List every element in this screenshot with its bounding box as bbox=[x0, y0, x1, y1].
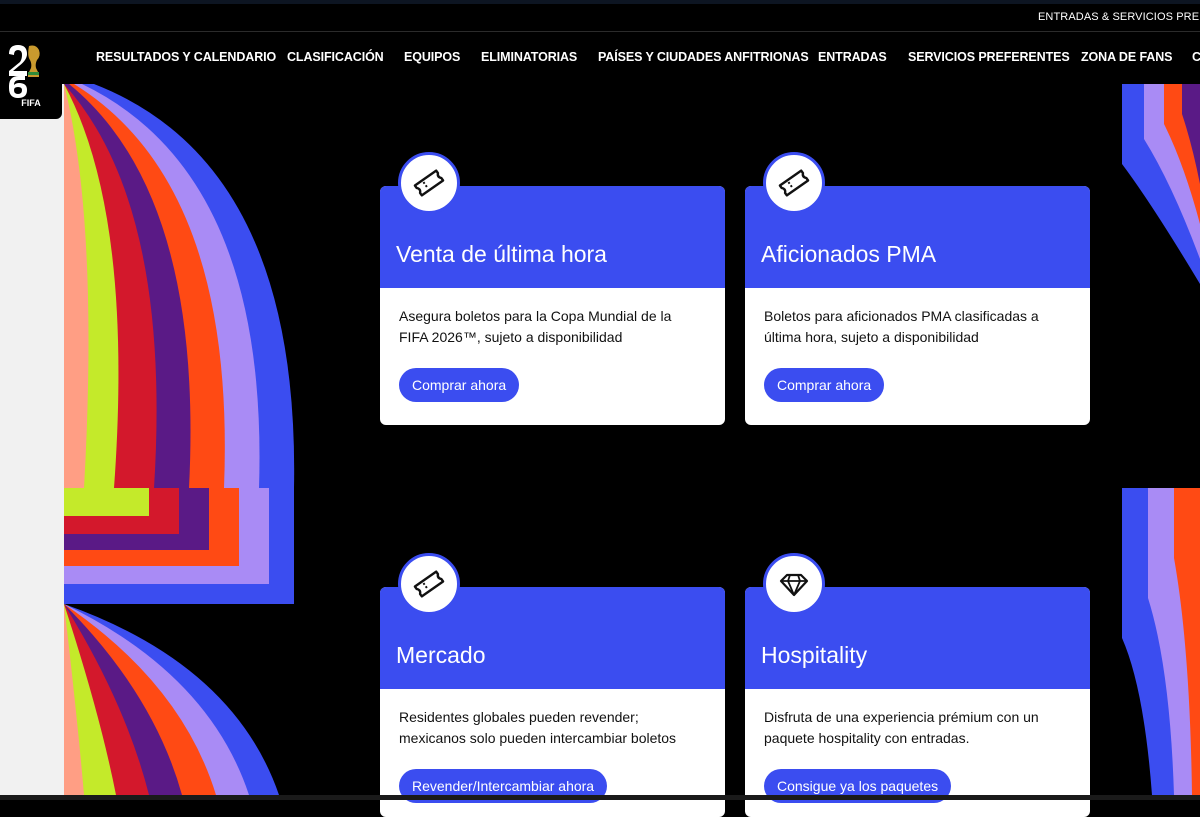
card-pma-fans: Aficionados PMA Boletos para aficionados… bbox=[745, 152, 1090, 425]
fifa-wordmark: FIFA bbox=[21, 98, 41, 108]
top-utility-bar: ENTRADAS & SERVICIOS PREFERE bbox=[0, 0, 1200, 32]
card-title: Mercado bbox=[396, 642, 486, 668]
nav-item-standings[interactable]: CLASIFICACIÓN bbox=[287, 50, 384, 64]
card-description: Disfruta de una experiencia prémium con … bbox=[764, 709, 1039, 746]
decorative-bands-left-middle bbox=[64, 488, 296, 604]
card-last-minute-sale: Venta de última hora Asegura boletos par… bbox=[380, 152, 725, 425]
card-title: Venta de última hora bbox=[396, 241, 607, 267]
nav-item-host-cities[interactable]: PAÍSES Y CIUDADES ANFITRIONAS bbox=[598, 50, 809, 64]
nav-item-more[interactable]: C bbox=[1192, 50, 1200, 64]
card-description: Asegura boletos para la Copa Mundial de … bbox=[399, 308, 672, 345]
nav-item-teams[interactable]: EQUIPOS bbox=[404, 50, 460, 64]
card-description: Boletos para aficionados PMA clasificada… bbox=[764, 308, 1039, 345]
tickets-services-link[interactable]: ENTRADAS & SERVICIOS PREFERE bbox=[1038, 11, 1200, 23]
decorative-stripes-left-upper bbox=[64, 84, 300, 488]
nav-item-fan-zone[interactable]: ZONA DE FANS bbox=[1081, 50, 1173, 64]
nav-item-preferred-services[interactable]: SERVICIOS PREFERENTES bbox=[908, 50, 1070, 64]
ticket-icon bbox=[398, 152, 460, 214]
nav-item-tickets[interactable]: ENTRADAS bbox=[818, 50, 887, 64]
card-title: Hospitality bbox=[761, 642, 868, 668]
buy-now-button[interactable]: Comprar ahora bbox=[399, 368, 520, 402]
card-description: Residentes globales pueden revender; mex… bbox=[399, 709, 677, 746]
diamond-icon bbox=[763, 553, 825, 615]
nav-item-results[interactable]: RESULTADOS Y CALENDARIO bbox=[96, 50, 276, 64]
decorative-stripes-left-lower bbox=[64, 604, 284, 795]
ticket-icon bbox=[398, 553, 460, 615]
card-marketplace: Mercado Residentes globales pueden reven… bbox=[380, 553, 725, 817]
browser-strip bbox=[0, 0, 1200, 4]
decorative-stripes-right-upper bbox=[1122, 84, 1200, 284]
buy-now-button[interactable]: Comprar ahora bbox=[764, 368, 885, 402]
world-cup-26-logo-icon bbox=[9, 45, 40, 98]
card-hospitality: Hospitality Disfruta de una experiencia … bbox=[745, 553, 1090, 817]
ticket-icon bbox=[763, 152, 825, 214]
fifa-logo[interactable]: FIFA bbox=[0, 40, 62, 119]
decorative-stripes-right-lower bbox=[1122, 488, 1200, 795]
bottom-edge bbox=[0, 795, 1200, 800]
left-panel bbox=[0, 84, 64, 800]
main-nav: RESULTADOS Y CALENDARIO CLASIFICACIÓN EQ… bbox=[0, 32, 1200, 84]
card-title: Aficionados PMA bbox=[761, 241, 937, 267]
nav-item-qualifiers[interactable]: ELIMINATORIAS bbox=[481, 50, 577, 64]
